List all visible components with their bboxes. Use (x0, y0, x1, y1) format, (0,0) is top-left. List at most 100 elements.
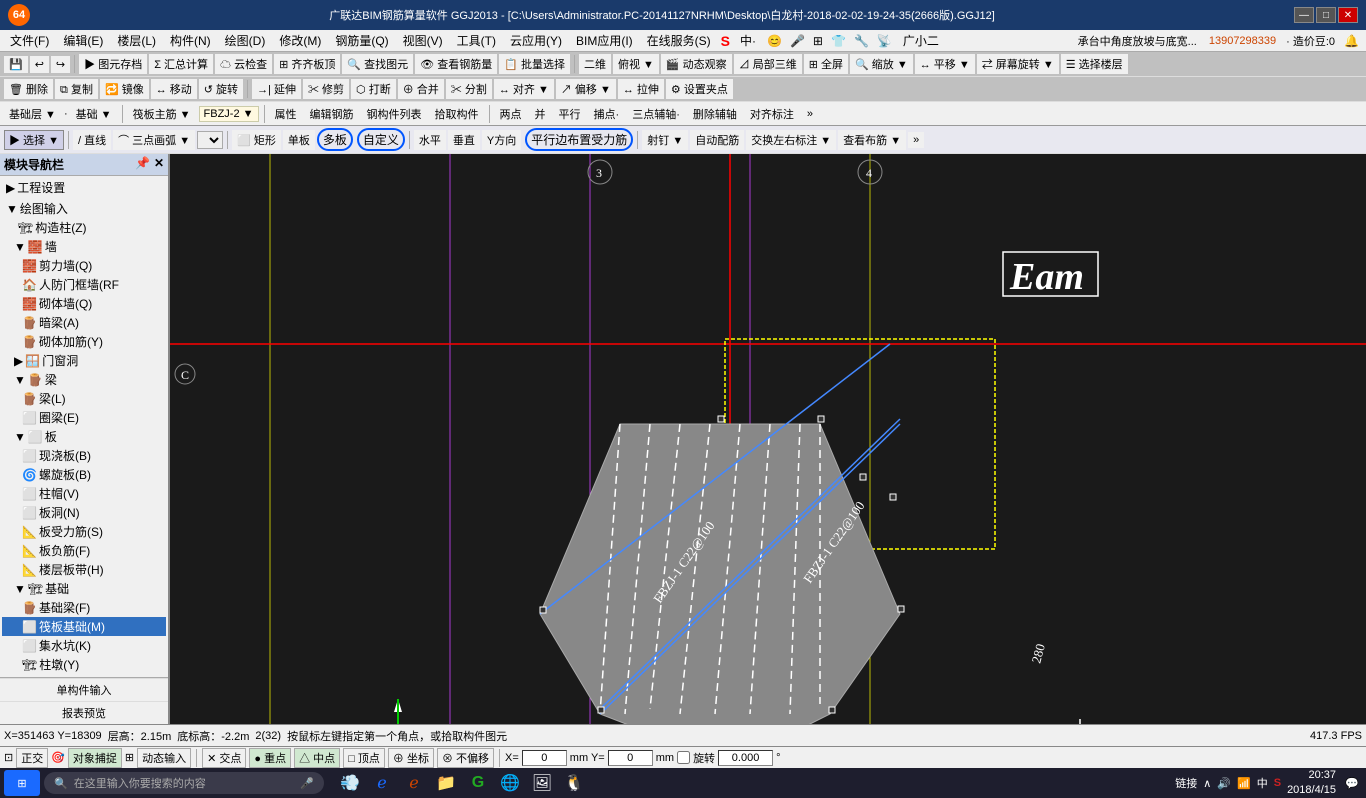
nav-item-masonry-rebar[interactable]: 🪵砌体加筋(Y) (2, 332, 166, 351)
btn-view-rebar[interactable]: 👁 查看钢筋量 (415, 54, 497, 74)
task-icon-g[interactable]: G (464, 770, 492, 796)
btn-pick[interactable]: 拾取构件 (430, 104, 484, 124)
menu-floor[interactable]: 楼层(L) (111, 30, 162, 51)
btn-coord[interactable]: ⊕ 坐标 (388, 748, 434, 768)
btn-horizontal[interactable]: 水平 (414, 130, 446, 150)
x-input[interactable] (522, 750, 567, 766)
btn-2d[interactable]: 二维 (579, 54, 611, 74)
btn-nooffset[interactable]: ⊗ 不偏移 (437, 748, 494, 768)
task-icon-ie[interactable]: ℯ (368, 770, 396, 796)
nav-door-group[interactable]: ▶ 🪟 门窗洞 (2, 351, 166, 370)
btn-save[interactable]: 💾 (4, 56, 28, 73)
nav-item-shear-wall[interactable]: 🧱剪力墙(Q) (2, 256, 166, 275)
btn-zoom[interactable]: 🔍 缩放 ▼ (850, 54, 913, 74)
btn-pan[interactable]: ↔ 平移 ▼ (915, 54, 975, 74)
task-icon-globe[interactable]: 🌐 (496, 770, 524, 796)
btn-rotate[interactable]: ↺ 旋转 (199, 79, 243, 99)
nav-wall-group[interactable]: ▼ 🧱 墙 (2, 237, 166, 256)
btn-edit-rebar[interactable]: 编辑钢筋 (305, 104, 359, 124)
task-icon-fan[interactable]: 💨 (336, 770, 364, 796)
nav-pin-icon[interactable]: 📌 (135, 156, 150, 173)
menu-edit[interactable]: 编辑(E) (57, 30, 109, 51)
layer-select[interactable]: 基础层 ▼ (4, 104, 61, 124)
btn-screenrot[interactable]: ⇄ 屏幕旋转 ▼ (977, 54, 1059, 74)
btn-cloud-check[interactable]: ☁ 云检查 (215, 54, 272, 74)
menu-online[interactable]: 在线服务(S) (641, 30, 717, 51)
layer-type-select[interactable]: 基础 ▼ (71, 104, 117, 124)
maximize-button[interactable]: □ (1316, 7, 1336, 23)
btn-undo[interactable]: ↩ (30, 56, 49, 73)
menu-rebar[interactable]: 钢筋量(Q) (329, 30, 394, 51)
nav-item-slab-rebar[interactable]: 📐板受力筋(S) (2, 522, 166, 541)
btn-fullscreen[interactable]: ⊞ 全屏 (804, 54, 848, 74)
btn-break[interactable]: ⬡ 打断 (351, 79, 396, 99)
btn-parallel[interactable]: 平行 (554, 104, 586, 124)
btn-multiboard-highlight[interactable]: 多板 (317, 128, 353, 151)
nav-item-spiral-slab[interactable]: 🌀螺旋板(B) (2, 465, 166, 484)
btn-ydirection[interactable]: Y方向 (482, 130, 521, 150)
rotate-input[interactable] (718, 750, 773, 766)
menu-element[interactable]: 构件(N) (164, 30, 217, 51)
btn-parallel-rebar-highlight[interactable]: 平行边布置受力筋 (525, 128, 633, 151)
nav-item-column-cap[interactable]: ⬜柱帽(V) (2, 484, 166, 503)
menu-bim[interactable]: BIM应用(I) (570, 30, 639, 51)
btn-midpoint[interactable]: △ 中点 (294, 748, 340, 768)
nav-item-neg-rebar[interactable]: 📐板负筋(F) (2, 541, 166, 560)
btn-offset[interactable]: ↗ 偏移 ▼ (556, 79, 616, 99)
nav-item-hidden-beam[interactable]: 🪵暗梁(A) (2, 313, 166, 332)
nav-drawing-input[interactable]: ▼ 绘图输入 (2, 199, 166, 218)
btn-alignmark[interactable]: 对齐标注 (745, 104, 799, 124)
btn-arc[interactable]: ⌒ 三点画弧 ▼ (113, 130, 195, 150)
btn-intersect[interactable]: ✕ 交点 (202, 748, 246, 768)
btn-calc[interactable]: Σ 汇总计算 (149, 54, 213, 74)
btn-dart[interactable]: 射钉 ▼ (642, 130, 688, 150)
nav-found-group[interactable]: ▼ 🏗 基础 (2, 579, 166, 598)
btn-vertex[interactable]: □ 顶点 (343, 748, 385, 768)
nav-beam-group[interactable]: ▼ 🪵 梁 (2, 370, 166, 389)
nav-item-masonry-wall[interactable]: 🧱砌体墙(Q) (2, 294, 166, 313)
btn-rebar-list[interactable]: 钢构件列表 (362, 104, 427, 124)
btn-split[interactable]: ✂ 分割 (446, 79, 492, 99)
btn-viewrebar[interactable]: 查看布筋 ▼ (838, 130, 906, 150)
menu-file[interactable]: 文件(F) (4, 30, 55, 51)
task-icon-img[interactable]: 🖼 (528, 770, 556, 796)
btn-3ptaxis[interactable]: 三点辅轴· (627, 104, 685, 124)
nav-item-ring-beam[interactable]: ⬜圈梁(E) (2, 408, 166, 427)
btn-properties[interactable]: 属性 (270, 104, 302, 124)
btn-delete[interactable]: 🗑 删除 (4, 79, 53, 99)
btn-mirror[interactable]: 🔁 镜像 (100, 79, 149, 99)
nav-item-civil-wall[interactable]: 🏠人防门框墙(RF (2, 275, 166, 294)
btn-setclamp[interactable]: ⚙ 设置夹点 (666, 79, 733, 99)
btn-delaxis[interactable]: 删除辅轴 (688, 104, 742, 124)
nav-item-slab-hole[interactable]: ⬜板洞(N) (2, 503, 166, 522)
btn-batch[interactable]: 📋 批量选择 (499, 54, 570, 74)
nav-item-found-beam[interactable]: 🪵基础梁(F) (2, 598, 166, 617)
nav-close-icon[interactable]: ✕ (154, 156, 164, 173)
btn-find[interactable]: 🔍 查找图元 (342, 54, 413, 74)
btn-vertical[interactable]: 垂直 (448, 130, 480, 150)
menu-modify[interactable]: 修改(M) (273, 30, 327, 51)
btn-report[interactable]: 报表预览 (0, 701, 168, 724)
btn-define[interactable]: ▶ 图元存档 (79, 54, 147, 74)
btn-dynin[interactable]: 动态输入 (137, 748, 191, 768)
btn-single-element[interactable]: 单构件输入 (0, 678, 168, 701)
rotate-checkbox[interactable] (677, 751, 690, 764)
btn-rect[interactable]: ⬜ 矩形 (232, 130, 281, 150)
task-icon-qq[interactable]: 🐧 (560, 770, 588, 796)
btn-align-top[interactable]: ⊞ 齐齐板顶 (274, 54, 340, 74)
btn-select[interactable]: ▶ 选择 ▼ (4, 130, 64, 150)
nav-item-beam[interactable]: 🪵梁(L) (2, 389, 166, 408)
nav-item-pillar[interactable]: 🏗 构造柱(Z) (2, 218, 166, 237)
menu-view[interactable]: 视图(V) (397, 30, 449, 51)
nav-item-floor-band[interactable]: 📐楼层板带(H) (2, 560, 166, 579)
btn-anim[interactable]: 🎬 动态观察 (661, 54, 732, 74)
draw-type-select[interactable] (197, 131, 223, 149)
menu-mid[interactable]: 中· (734, 30, 762, 51)
menu-draw[interactable]: 绘图(D) (219, 30, 272, 51)
btn-redo[interactable]: ↪ (51, 56, 70, 73)
task-icon-folder[interactable]: 📁 (432, 770, 460, 796)
btn-twopoint[interactable]: 两点 (495, 104, 527, 124)
btn-orthogonal[interactable]: 正交 (16, 748, 48, 768)
nav-engineering-setup[interactable]: ▶ 工程设置 (2, 178, 166, 197)
taskbar-network-icon[interactable]: 📶 (1237, 777, 1251, 790)
